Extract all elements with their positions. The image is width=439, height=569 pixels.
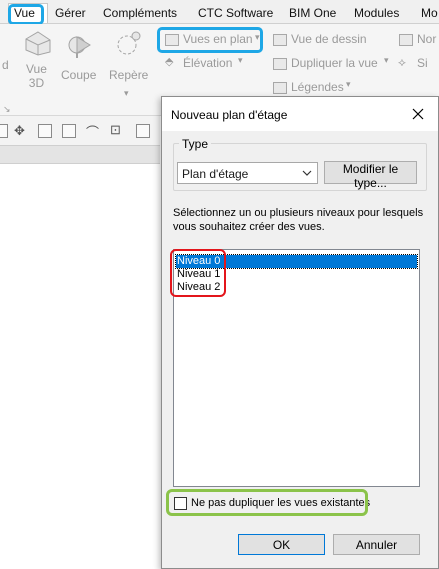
tab-complements[interactable]: Compléments bbox=[103, 6, 177, 20]
region-icon[interactable] bbox=[136, 124, 150, 138]
coupe-label: Coupe bbox=[61, 68, 97, 82]
schedule-icon bbox=[399, 34, 413, 46]
modify-type-button[interactable]: Modifier le type... bbox=[324, 161, 417, 190]
quick-toolbar: ✥ ⌒ ⊡ bbox=[0, 116, 160, 146]
view-tab-strip bbox=[0, 146, 160, 164]
move-icon[interactable]: ✥ bbox=[14, 123, 25, 139]
dialog-title: Nouveau plan d'étage bbox=[171, 108, 288, 122]
cancel-button[interactable]: Annuler bbox=[333, 534, 420, 555]
si-button[interactable]: Si bbox=[417, 56, 428, 70]
highlight-vues-en-plan bbox=[157, 27, 263, 53]
type-select-value: Plan d'étage bbox=[182, 167, 249, 181]
repere-label: Repère bbox=[109, 68, 149, 82]
vue-de-dessin-button[interactable]: Vue de dessin bbox=[291, 32, 367, 46]
nor-button[interactable]: Nor bbox=[417, 32, 436, 46]
section-icon bbox=[68, 36, 91, 58]
panel-expand-icon[interactable]: ↘ bbox=[3, 104, 11, 115]
highlight-levels bbox=[170, 249, 226, 297]
dupliquer-dropdown-icon[interactable]: ▾ bbox=[384, 55, 389, 66]
repere-button[interactable]: Repère bbox=[106, 28, 150, 88]
dimension-icon[interactable]: ⊡ bbox=[110, 122, 121, 138]
elevation-dropdown-icon[interactable]: ▾ bbox=[238, 55, 243, 66]
elevation-button[interactable]: Élévation bbox=[183, 56, 232, 70]
highlight-vue-tab bbox=[8, 4, 44, 25]
ribbon-cutoff-label: d bbox=[2, 58, 9, 72]
ok-button[interactable]: OK bbox=[238, 534, 325, 555]
grid-icon[interactable] bbox=[38, 124, 52, 138]
legendes-dropdown-icon[interactable]: ▾ bbox=[346, 79, 351, 90]
tab-bim-one[interactable]: BIM One bbox=[289, 6, 336, 20]
tab-ctc-software[interactable]: CTC Software bbox=[198, 6, 273, 20]
legendes-button[interactable]: Légendes bbox=[291, 80, 344, 94]
type-select[interactable]: Plan d'étage bbox=[177, 162, 318, 184]
duplicate-view-icon bbox=[273, 58, 287, 70]
vue-3d-button[interactable]: Vue 3D bbox=[22, 28, 52, 94]
tab-modules[interactable]: Modules bbox=[354, 6, 399, 20]
type-group-label: Type bbox=[179, 137, 212, 151]
house-3d-icon bbox=[25, 31, 51, 56]
instruction-text: Sélectionnez un ou plusieurs niveaux pou… bbox=[173, 207, 424, 233]
chevron-down-icon bbox=[302, 170, 312, 176]
ribbon-menubar: Vue Gérer Compléments CTC Software BIM O… bbox=[0, 0, 439, 24]
toolbar-icon-1[interactable] bbox=[0, 124, 8, 138]
coupe-button[interactable]: Coupe bbox=[60, 28, 98, 88]
curve-icon[interactable]: ⌒ bbox=[86, 122, 99, 141]
dupliquer-vue-button[interactable]: Dupliquer la vue bbox=[291, 56, 378, 70]
drafting-view-icon bbox=[273, 34, 287, 46]
dialog-titlebar: Nouveau plan d'étage bbox=[162, 97, 438, 131]
repere-dropdown-icon[interactable]: ▾ bbox=[124, 88, 129, 99]
highlight-no-duplicate bbox=[166, 489, 368, 516]
elevation-icon: ⬘ bbox=[165, 56, 174, 68]
table-icon[interactable] bbox=[62, 124, 76, 138]
callout-icon bbox=[117, 31, 141, 55]
vue-3d-label: Vue 3D bbox=[26, 62, 47, 90]
close-icon[interactable] bbox=[410, 106, 426, 122]
tab-gerer[interactable]: Gérer bbox=[55, 6, 86, 20]
scope-box-icon: ⟡ bbox=[398, 55, 406, 69]
legends-icon bbox=[273, 82, 287, 94]
tab-more[interactable]: Mo bbox=[421, 6, 438, 20]
